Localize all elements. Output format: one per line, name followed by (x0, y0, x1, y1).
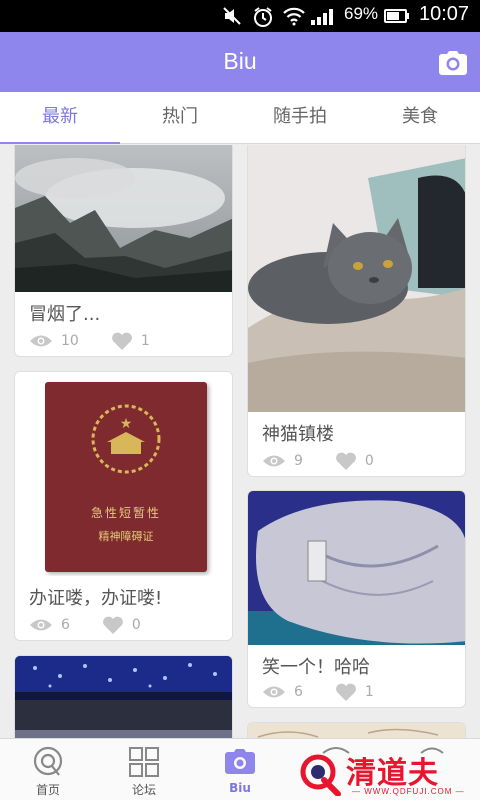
blue-lights-photo (15, 656, 232, 738)
views-count: 6 (61, 617, 70, 633)
views-count: 10 (61, 333, 79, 349)
category-tabs: 最新 热门 随手拍 美食 (0, 92, 480, 144)
nav-biu[interactable]: Biu (192, 739, 288, 800)
nav-home[interactable]: 首页 (0, 739, 96, 800)
post-caption: 冒烟了... (29, 304, 101, 325)
watermark: 清道夫 — WWW.QDFUJI.COM — (296, 748, 476, 800)
views-icon (263, 686, 285, 698)
status-bar: 69% 10:07 (0, 0, 480, 32)
like-icon[interactable] (335, 452, 357, 471)
alarm-icon (254, 7, 272, 27)
post-caption: 办证喽，办证喽! (29, 588, 163, 609)
misty-mountains-photo (15, 145, 232, 292)
photo-feed[interactable]: 冒烟了... 10 1 神猫镇楼 9 0 ★ 急性短暂性 精神障碍证 办证喽，办… (0, 145, 480, 738)
post-card[interactable]: 笑一个！哈哈 6 1 (247, 490, 466, 708)
smiling-surface-photo (248, 491, 465, 645)
post-stats: 6 1 (262, 681, 374, 703)
post-caption: 笑一个！哈哈 (262, 657, 370, 678)
watermark-logo-icon (300, 754, 341, 796)
like-icon[interactable] (335, 683, 357, 702)
certificate-line1: 急性短暂性 (90, 506, 161, 520)
likes-count: 1 (364, 684, 374, 700)
like-icon[interactable] (102, 616, 124, 635)
views-count: 6 (294, 684, 303, 700)
nav-biu-label: Biu (229, 781, 251, 795)
post-card[interactable]: ★ 急性短暂性 精神障碍证 办证喽，办证喽! 6 0 (14, 371, 233, 641)
red-certificate-photo: ★ 急性短暂性 精神障碍证 (15, 372, 232, 576)
views-count: 9 (294, 453, 303, 469)
views-icon (263, 455, 285, 467)
signal-icon (311, 9, 333, 25)
post-caption: 神猫镇楼 (262, 424, 334, 445)
likes-count: 1 (140, 333, 150, 349)
views-icon (30, 619, 52, 631)
certificate-line2: 精神障碍证 (98, 530, 154, 543)
views-icon (30, 335, 52, 347)
post-stats: 6 0 (29, 614, 141, 636)
nav-forum-label: 论坛 (131, 783, 156, 797)
camera-icon (225, 749, 255, 774)
sketch-photo (248, 723, 465, 738)
tab-hot[interactable]: 热门 (120, 92, 240, 143)
like-icon[interactable] (111, 332, 133, 351)
svg-text:★: ★ (120, 416, 133, 432)
wifi-icon (283, 7, 305, 26)
mute-icon (223, 7, 241, 25)
grey-cat-photo (248, 145, 465, 412)
post-card[interactable]: 冒烟了... 10 1 (14, 145, 233, 357)
post-card[interactable] (14, 655, 233, 738)
nav-forum[interactable]: 论坛 (96, 739, 192, 800)
tab-snapshot[interactable]: 随手拍 (240, 92, 360, 143)
emblem-icon: ★ (91, 404, 161, 474)
camera-icon[interactable] (438, 50, 468, 76)
tab-food[interactable]: 美食 (360, 92, 480, 143)
battery-icon (384, 9, 409, 23)
battery-percent: 69% (344, 4, 379, 23)
post-stats: 9 0 (262, 450, 374, 472)
watermark-url: — WWW.QDFUJI.COM — (352, 787, 465, 796)
page-title: Biu (223, 48, 257, 74)
nav-home-label: 首页 (35, 783, 60, 797)
tab-latest[interactable]: 最新 (0, 92, 120, 144)
watermark-text: 清道夫 (346, 756, 439, 791)
likes-count: 0 (364, 453, 374, 469)
home-q-icon (33, 746, 63, 776)
post-stats: 10 1 (29, 330, 150, 352)
app-bar: Biu (0, 32, 480, 92)
likes-count: 0 (131, 617, 141, 633)
grid-icon (129, 747, 159, 777)
post-card[interactable] (247, 722, 466, 738)
post-card[interactable]: 神猫镇楼 9 0 (247, 145, 466, 477)
clock: 10:07 (419, 3, 470, 25)
